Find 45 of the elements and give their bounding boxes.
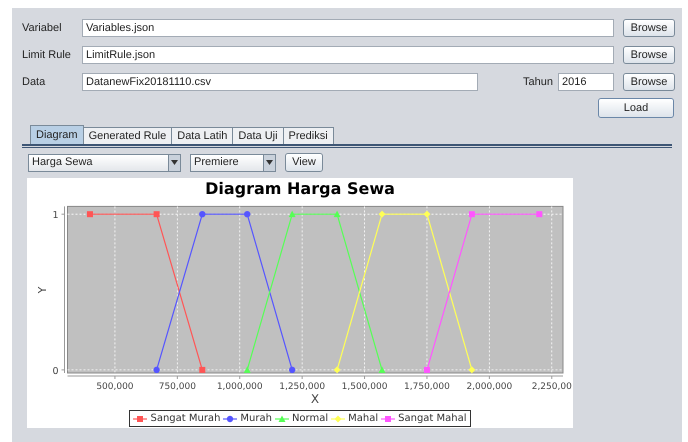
- x-tick-label: 1,500,000: [342, 382, 388, 392]
- legend-marker-icon: [223, 414, 238, 422]
- type-dropdown[interactable]: Premiere: [190, 154, 276, 172]
- load-button[interactable]: Load: [598, 98, 674, 118]
- legend-marker-icon: [133, 414, 148, 422]
- browse-button[interactable]: Browse: [623, 19, 675, 37]
- view-button[interactable]: View: [285, 153, 323, 172]
- x-axis-label: X: [310, 392, 320, 406]
- file-field[interactable]: DatanewFix20181110.csv: [82, 73, 478, 91]
- x-tick-label: 750,000: [158, 382, 196, 392]
- dropdown-value: Harga Sewa: [31, 155, 93, 170]
- browse-button[interactable]: Browse: [623, 73, 675, 91]
- x-tick-label: 1,250,000: [279, 382, 326, 392]
- y-axis-label: Y: [36, 286, 49, 294]
- field-label: Data: [22, 74, 46, 90]
- tab[interactable]: Diagram: [30, 125, 84, 144]
- y-tick-label: 1: [52, 210, 58, 222]
- legend-marker-icon: [381, 414, 396, 422]
- tab[interactable]: Prediksi: [284, 127, 334, 144]
- year-field[interactable]: 2016: [558, 73, 614, 91]
- x-tick-label: 2,250,00: [532, 382, 572, 392]
- file-field[interactable]: LimitRule.json: [82, 46, 614, 64]
- legend-marker-icon: [331, 414, 346, 422]
- dropdown-value: Premiere: [193, 155, 239, 170]
- file-field[interactable]: Variables.json: [82, 19, 614, 37]
- y-tick-label: 0: [52, 366, 58, 377]
- browse-button[interactable]: Browse: [623, 46, 675, 64]
- legend-label: Sangat Murah: [150, 412, 220, 426]
- legend-label: Mahal: [348, 412, 378, 426]
- x-tick-label: 1,000,000: [216, 382, 263, 392]
- field-label: Tahun: [523, 74, 554, 90]
- tab[interactable]: Data Uji: [233, 127, 284, 144]
- variable-dropdown[interactable]: Harga Sewa: [28, 154, 181, 172]
- x-tick-label: 1,750,000: [404, 382, 450, 392]
- x-tick-label: 2,000,000: [466, 382, 512, 392]
- legend-label: Sangat Mahal: [398, 412, 467, 426]
- legend-label: Normal: [292, 412, 328, 426]
- legend-label: Murah: [240, 412, 272, 426]
- chart-title: Diagram Harga Sewa: [205, 179, 395, 198]
- legend-marker-icon: [274, 414, 289, 422]
- field-label: Variabel: [22, 20, 63, 36]
- field-label: Limit Rule: [22, 48, 72, 63]
- x-tick-label: 500,000: [96, 382, 134, 392]
- tab[interactable]: Generated Rule: [84, 127, 172, 144]
- tab[interactable]: Data Latih: [172, 127, 234, 144]
